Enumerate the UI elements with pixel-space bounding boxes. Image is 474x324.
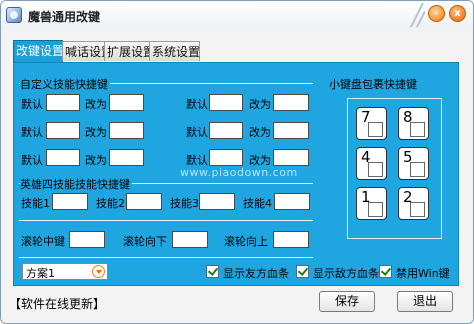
hero-skills-title: 英雄四技能技能快捷键 <box>20 176 132 192</box>
minimize-button[interactable]: - <box>428 5 445 22</box>
numpad-key-1[interactable]: 1 <box>356 187 387 220</box>
change-label: 改为 <box>249 126 271 139</box>
default-key-input[interactable] <box>46 149 80 166</box>
hero-skill-1-input[interactable] <box>52 193 88 210</box>
numpad-key-8[interactable]: 8 <box>398 107 429 140</box>
change-key-input[interactable] <box>109 94 144 111</box>
close-icon: x <box>454 8 461 19</box>
numpad-key-2[interactable]: 2 <box>398 187 429 220</box>
change-label: 改为 <box>85 98 107 111</box>
online-update-link[interactable]: 【软件在线更新】 <box>9 295 105 312</box>
show-enemy-hp-checkbox[interactable] <box>296 265 309 278</box>
show-ally-hp-checkbox[interactable] <box>206 265 219 278</box>
default-label: 默认 <box>21 154 43 167</box>
default-key-input[interactable] <box>209 149 243 166</box>
key-input[interactable] <box>368 162 383 177</box>
key-input[interactable] <box>410 122 425 137</box>
show-enemy-hp-label: 显示敌方血条 <box>313 267 379 280</box>
disable-win-key-checkbox[interactable] <box>379 265 392 278</box>
section-divider <box>19 220 313 221</box>
default-key-input[interactable] <box>209 122 243 139</box>
key-input[interactable] <box>410 162 425 177</box>
exit-button[interactable]: 退出 <box>397 291 453 312</box>
numpad-key-5[interactable]: 5 <box>398 147 429 180</box>
settings-panel: 自定义技能快捷键 默认 改为 默认 改为 默认 改为 默认 改为 默认 改为 默… <box>13 62 459 286</box>
change-key-input[interactable] <box>273 94 309 111</box>
change-key-input[interactable] <box>109 149 144 166</box>
numpad-key-7[interactable]: 7 <box>356 107 387 140</box>
disable-win-key-label: 禁用Win键 <box>396 267 450 280</box>
wheel-middle-label: 滚轮中键 <box>21 235 65 248</box>
hero-skill-2-input[interactable] <box>126 193 162 210</box>
wheel-up-label: 滚轮向上 <box>224 235 268 248</box>
default-label: 默认 <box>21 98 43 111</box>
window-title: 魔兽通用改键 <box>28 10 101 24</box>
hero-skill-label: 技能2 <box>96 197 125 210</box>
default-key-input[interactable] <box>46 94 80 111</box>
hero-skill-3-input[interactable] <box>199 193 235 210</box>
numpad-title: 小键盘包裹快捷键 <box>329 78 417 91</box>
change-label: 改为 <box>85 154 107 167</box>
default-label: 默认 <box>21 126 43 139</box>
tab-key-settings[interactable]: 改键设置 <box>13 40 64 62</box>
section-divider <box>19 257 313 258</box>
minimize-icon: - <box>434 8 439 19</box>
title-bar: 魔兽通用改键 - x <box>1 1 473 29</box>
scheme-value: 方案1 <box>26 267 55 280</box>
hero-skill-4-input[interactable] <box>274 193 310 210</box>
app-window: 魔兽通用改键 - x 改键设置 喊话设置 扩展设置 系统设置 自定义技能快捷键 … <box>0 0 474 324</box>
wheel-down-label: 滚轮向下 <box>123 235 167 248</box>
change-label: 改为 <box>85 126 107 139</box>
numpad-key-4[interactable]: 4 <box>356 147 387 180</box>
key-input[interactable] <box>368 202 383 217</box>
wheel-up-input[interactable] <box>273 231 309 248</box>
change-key-input[interactable] <box>109 122 144 139</box>
tab-extension-settings[interactable]: 扩展设置 <box>104 41 155 61</box>
close-button[interactable]: x <box>449 5 466 22</box>
default-key-input[interactable] <box>46 122 80 139</box>
titlebar-decoration-icon <box>410 2 425 28</box>
custom-skill-title: 自定义技能快捷键 <box>20 76 110 92</box>
default-label: 默认 <box>186 98 208 111</box>
hero-skill-label: 技能1 <box>21 197 50 210</box>
tab-chat-settings[interactable]: 喊话设置 <box>62 41 113 61</box>
scheme-select[interactable]: 方案1 <box>22 263 108 280</box>
tab-system-settings[interactable]: 系统设置 <box>149 41 200 61</box>
show-ally-hp-label: 显示友方血条 <box>223 267 289 280</box>
key-input[interactable] <box>368 122 383 137</box>
hero-skill-label: 技能3 <box>170 197 199 210</box>
wheel-down-input[interactable] <box>172 231 208 248</box>
default-key-input[interactable] <box>209 94 243 111</box>
change-key-input[interactable] <box>273 149 309 166</box>
default-label: 默认 <box>186 126 208 139</box>
wheel-middle-input[interactable] <box>69 231 105 248</box>
watermark: www.piaodown.com <box>180 166 298 179</box>
key-input[interactable] <box>410 202 425 217</box>
save-button[interactable]: 保存 <box>319 291 375 312</box>
chevron-down-icon[interactable] <box>92 265 105 278</box>
app-icon <box>6 7 22 23</box>
hero-skill-label: 技能4 <box>243 197 272 210</box>
change-label: 改为 <box>249 98 271 111</box>
change-key-input[interactable] <box>273 122 309 139</box>
